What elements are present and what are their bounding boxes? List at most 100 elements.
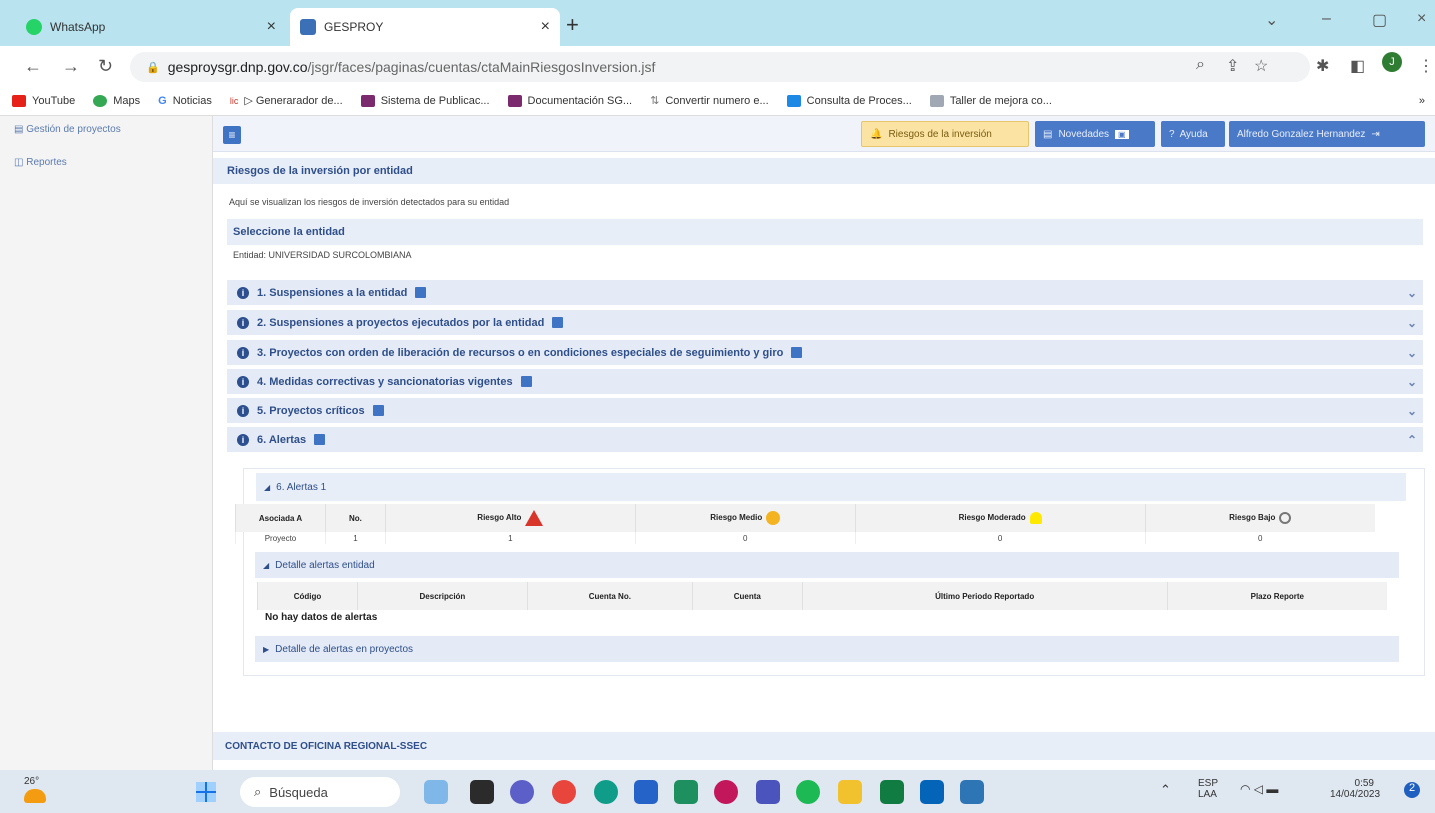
tab-gesproy[interactable]: GESPROY × <box>290 8 560 46</box>
col-descripcion: Descripción <box>356 582 528 610</box>
section-liberacion-recursos[interactable]: i 3. Proyectos con orden de liberación de… <box>227 339 1423 365</box>
col-asociada: Asociada A <box>235 504 326 532</box>
chrome-icon[interactable] <box>552 780 576 804</box>
bookmark-generador[interactable]: lic ▷ Generarador de... <box>230 94 343 107</box>
extensions-icon[interactable]: ✱ <box>1316 56 1329 76</box>
menu-toggle-button[interactable]: ≡ <box>223 126 241 144</box>
chevron-up-icon[interactable]: ⌃ <box>1160 782 1171 798</box>
chevron-down-icon: ⌄ <box>1406 285 1417 300</box>
bookmark-convertir[interactable]: ⇅ Convertir numero e... <box>650 94 769 108</box>
info-icon: i <box>237 286 249 299</box>
table-row: Proyecto 1 1 0 0 0 <box>235 532 1375 544</box>
sidepanel-icon[interactable]: ◧ <box>1350 56 1365 76</box>
excel-icon[interactable] <box>880 780 904 804</box>
file-explorer-icon[interactable] <box>838 780 862 804</box>
menu-dots-icon[interactable]: ⋮ <box>1418 56 1434 76</box>
news-button[interactable]: ▤ Novedades ▣ <box>1035 121 1155 147</box>
tab-search-icon[interactable]: ⌄ <box>1265 10 1278 30</box>
app-icon[interactable] <box>674 780 698 804</box>
notification-icon[interactable]: 2 <box>1404 782 1420 798</box>
url-host: gesproysgr.dnp.gov.co <box>167 59 308 75</box>
export-icon[interactable] <box>415 287 427 298</box>
collapse-icon: ◢ <box>263 560 270 570</box>
bookmark-consulta[interactable]: Consulta de Proces... <box>786 94 912 107</box>
more-bookmarks-icon[interactable]: » <box>1419 95 1425 107</box>
page-title: Riesgos de la inversión por entidad <box>213 158 1435 184</box>
profile-avatar[interactable]: J <box>1382 52 1402 72</box>
help-button[interactable]: ? Ayuda <box>1161 121 1225 147</box>
page-description: Aquí se visualizan los riesgos de invers… <box>229 197 510 207</box>
news-icon: ▤ <box>1043 128 1053 140</box>
cell-riesgo-alto: 1 <box>384 532 636 544</box>
task-view-icon[interactable] <box>470 780 494 804</box>
bookmark-icon <box>929 94 944 107</box>
taskbar-search[interactable]: ⌕ Búsqueda <box>240 777 400 807</box>
wifi-icon[interactable]: ◠ ◁ ▬ <box>1240 782 1278 796</box>
reload-icon[interactable]: ↻ <box>98 56 113 77</box>
user-button[interactable]: Alfredo Gonzalez Hernandez ⇥ <box>1229 121 1425 147</box>
weather-widget[interactable]: 26° <box>24 776 46 803</box>
entity-detail-header[interactable]: ◢ Detalle alertas entidad <box>255 552 1399 578</box>
clock[interactable]: 0:59 14/04/2023 <box>1330 778 1380 800</box>
export-icon[interactable] <box>372 405 384 416</box>
section-suspensiones-proyectos[interactable]: i 2. Suspensiones a proyectos ejecutados … <box>227 309 1423 335</box>
share-icon[interactable]: ⇪ <box>1226 56 1239 76</box>
alerts-panel-header[interactable]: ◢ 6. Alertas 1 <box>256 473 1406 501</box>
edge-icon[interactable] <box>594 780 618 804</box>
bell-icon: 🔔 <box>870 128 883 140</box>
search-icon: ⌕ <box>254 784 262 799</box>
export-icon[interactable] <box>791 347 803 358</box>
close-tab-icon[interactable]: × <box>267 18 276 36</box>
collapse-icon: ◢ <box>264 482 271 492</box>
bookmark-sistema[interactable]: Sistema de Publicac... <box>360 94 490 107</box>
section-proyectos-criticos[interactable]: i 5. Proyectos críticos ⌄ <box>227 397 1423 423</box>
new-tab-button[interactable]: + <box>566 12 579 38</box>
sidebar-item-gestion[interactable]: ▤ Gestión de proyectos <box>0 118 212 141</box>
col-plazo-reporte: Plazo Reporte <box>1166 582 1387 610</box>
info-icon: i <box>237 433 249 446</box>
export-icon[interactable] <box>314 434 326 445</box>
bookmark-noticias[interactable]: G Noticias <box>158 95 212 107</box>
minimize-button[interactable]: – <box>1322 10 1331 28</box>
start-button[interactable] <box>196 782 216 802</box>
app2-icon[interactable] <box>960 780 984 804</box>
language-indicator[interactable]: ESP LAA <box>1198 778 1218 800</box>
tab-whatsapp[interactable]: WhatsApp × <box>16 8 286 46</box>
back-icon[interactable]: ← <box>24 56 42 77</box>
close-window-button[interactable]: × <box>1417 10 1426 28</box>
cell-riesgo-moderado: 0 <box>854 532 1146 544</box>
section-medidas-correctivas[interactable]: i 4. Medidas correctivas y sancionatorias… <box>227 368 1423 394</box>
export-icon[interactable] <box>520 376 532 387</box>
chrome-profile-icon[interactable] <box>714 780 738 804</box>
folder-icon: ▤ <box>14 124 27 135</box>
sidebar-item-reportes[interactable]: ◫ Reportes <box>0 151 212 174</box>
report-icon: ◫ <box>14 157 27 168</box>
url-input[interactable]: 🔒 gesproysgr.dnp.gov.co /jsgr/faces/pagi… <box>130 52 1310 82</box>
spotify-icon[interactable] <box>796 780 820 804</box>
risk-investment-button[interactable]: 🔔 Riesgos de la inversión <box>861 121 1029 147</box>
star-icon[interactable]: ☆ <box>1254 56 1268 76</box>
widgets-icon[interactable] <box>424 780 448 804</box>
address-bar-row: ← → ↻ 🔒 gesproysgr.dnp.gov.co /jsgr/face… <box>0 46 1435 86</box>
bookmark-icon: lic <box>229 95 239 106</box>
bookmark-taller[interactable]: Taller de mejora co... <box>929 94 1052 107</box>
section-suspensiones-entidad[interactable]: i 1. Suspensiones a la entidad ⌄ <box>227 279 1423 305</box>
maximize-button[interactable]: ▢ <box>1372 10 1387 30</box>
close-tab-icon[interactable]: × <box>541 18 550 36</box>
zoom-icon[interactable]: ⌕ <box>1196 56 1205 74</box>
chat-icon[interactable] <box>510 780 534 804</box>
mail-icon[interactable] <box>634 780 658 804</box>
export-icon[interactable] <box>552 317 564 328</box>
bookmark-youtube[interactable]: YouTube <box>12 94 75 107</box>
info-icon: i <box>237 375 249 388</box>
magnifier-icon[interactable] <box>1279 512 1292 524</box>
select-entity-header: Seleccione la entidad <box>227 219 1423 245</box>
outlook-icon[interactable] <box>920 780 944 804</box>
bookmark-maps[interactable]: Maps <box>93 94 140 107</box>
bookmark-documentacion[interactable]: Documentación SG... <box>507 94 632 107</box>
warning-triangle-icon <box>525 510 544 526</box>
forward-icon[interactable]: → <box>62 56 80 77</box>
section-alertas[interactable]: i 6. Alertas ⌃ <box>227 426 1423 452</box>
project-detail-header[interactable]: ▶ Detalle de alertas en proyectos <box>255 636 1399 662</box>
teams-icon[interactable] <box>756 780 780 804</box>
